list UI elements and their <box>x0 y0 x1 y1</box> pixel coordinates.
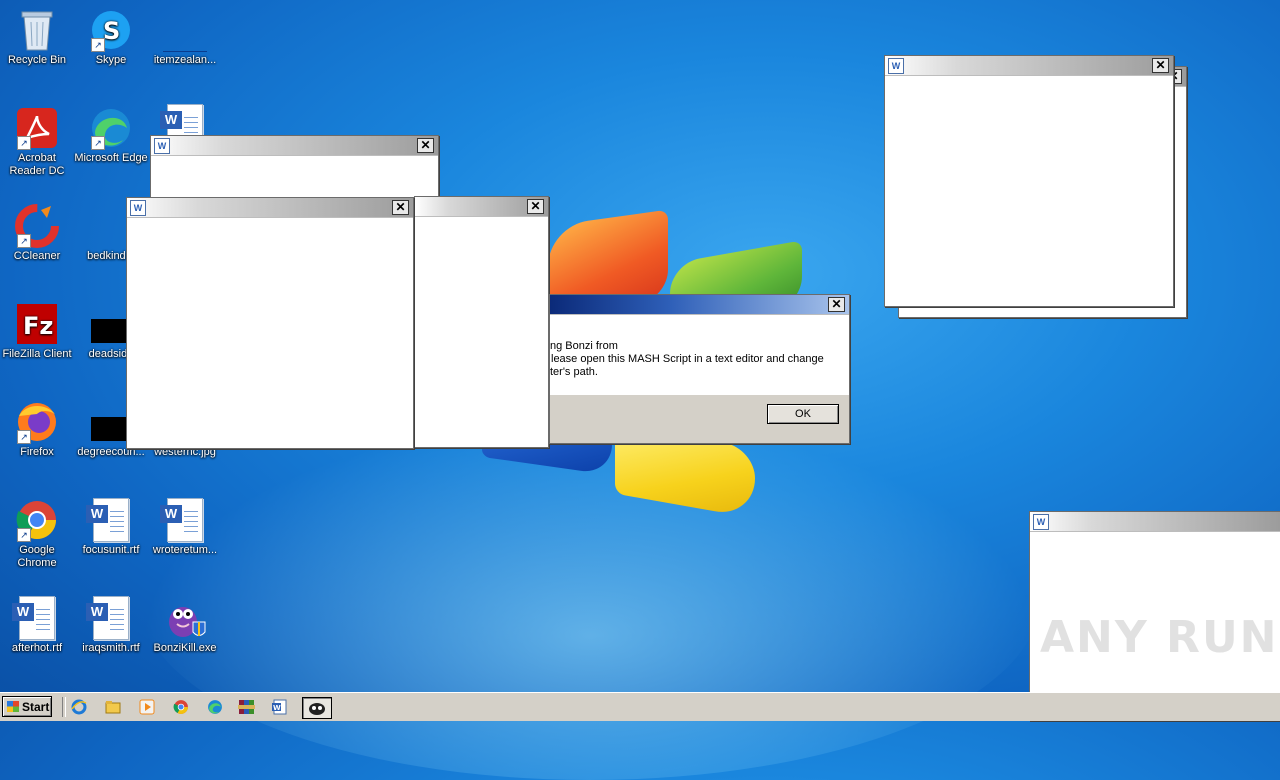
desktop-icon-skype[interactable]: S ↗ Skype <box>74 8 148 67</box>
edge-icon: ↗ <box>89 106 133 150</box>
wallpaper-glow <box>140 420 1040 780</box>
desktop-icon-label: Skype <box>95 54 127 66</box>
desktop-icon-label: Google Chrome <box>17 544 57 569</box>
ie-icon[interactable] <box>68 697 90 717</box>
desktop-icon-label: afterhot.rtf <box>11 642 63 654</box>
desktop-icon-itemzealan[interactable]: itemzealan... <box>148 8 222 67</box>
desktop-icon-label: CCleaner <box>13 250 61 262</box>
word-app-icon: W <box>888 58 904 74</box>
firefox-icon: ↗ <box>15 400 59 444</box>
popup-window-2[interactable]: ✕ <box>414 196 549 448</box>
desktop-icon-wroteretum[interactable]: W wroteretum... <box>148 498 222 557</box>
explorer-icon[interactable] <box>102 697 124 717</box>
desktop-icon-label: Firefox <box>20 446 54 458</box>
winrar-icon[interactable] <box>236 697 258 717</box>
bonzi-icon <box>163 596 207 640</box>
word-doc-icon: W <box>86 498 133 542</box>
close-icon[interactable]: ✕ <box>417 138 434 153</box>
close-icon[interactable]: ✕ <box>828 297 845 312</box>
window-titlebar[interactable]: W ✕ <box>885 56 1173 76</box>
bonzi-icon <box>309 703 325 715</box>
acrobat-icon: ↗ <box>15 106 59 150</box>
start-button[interactable]: Start <box>2 696 52 717</box>
word-doc-icon: W <box>86 596 133 640</box>
word-icon[interactable]: W <box>268 697 290 717</box>
anyrun-watermark: ANY RUN <box>1040 612 1279 663</box>
desktop-icon-label: wroteretum... <box>152 544 218 556</box>
word-app-icon: W <box>154 138 170 154</box>
word-app-icon: W <box>130 200 146 216</box>
desktop-icon-recycle-bin[interactable]: Recycle Bin <box>0 8 74 67</box>
desktop-icon-filezilla[interactable]: Fz FileZilla Client <box>0 302 74 361</box>
window-titlebar[interactable]: W <box>1030 512 1280 532</box>
close-icon[interactable]: ✕ <box>527 199 544 214</box>
desktop-icon-focusunit[interactable]: W focusunit.rtf <box>74 498 148 557</box>
popup-window-1[interactable]: W ✕ <box>150 135 439 202</box>
desktop-icon-label: focusunit.rtf <box>82 544 140 556</box>
close-icon[interactable]: ✕ <box>392 200 409 215</box>
desktop-icon-firefox[interactable]: ↗ Firefox <box>0 400 74 459</box>
svg-text:W: W <box>273 704 281 712</box>
word-doc-icon: W <box>160 498 207 542</box>
popup-window-5[interactable]: W ✕ <box>884 55 1174 307</box>
dialog-message-line-1: ng Bonzi from <box>550 340 618 352</box>
start-label: Start <box>22 700 50 714</box>
skype-icon: S ↗ <box>89 8 133 52</box>
dialog-titlebar[interactable]: ✕ <box>550 295 849 315</box>
desktop-icon-label: FileZilla Client <box>2 348 72 360</box>
desktop-icon-label: itemzealan... <box>153 54 217 66</box>
error-dialog[interactable]: ✕ ng Bonzi from lease open this MASH Scr… <box>549 294 850 444</box>
desktop-icon-label: Microsoft Edge <box>74 152 148 164</box>
dialog-message-line-3: ter's path. <box>550 366 598 378</box>
desktop-icon-bonzikill[interactable]: BonziKill.exe <box>148 596 222 655</box>
chrome-icon[interactable] <box>170 697 192 717</box>
desktop-icon-ccleaner[interactable]: ↗ CCleaner <box>0 204 74 263</box>
taskbar: Start W <box>0 692 1280 721</box>
dialog-message-line-2: lease open this MASH Script in a text ed… <box>551 353 824 365</box>
close-icon[interactable]: ✕ <box>1152 58 1169 73</box>
desktop-icon-afterhot[interactable]: W afterhot.rtf <box>0 596 74 655</box>
desktop-icon-iraqsmith[interactable]: W iraqsmith.rtf <box>74 596 148 655</box>
chrome-icon: ↗ <box>15 498 59 542</box>
word-doc-icon: W <box>12 596 59 640</box>
ccleaner-icon: ↗ <box>15 204 59 248</box>
window-titlebar[interactable]: ✕ <box>415 197 548 217</box>
desktop-icon-label: Recycle Bin <box>7 54 67 66</box>
dialog-body: ng Bonzi from lease open this MASH Scrip… <box>550 315 849 401</box>
ok-button[interactable]: OK <box>767 404 839 424</box>
edge-icon[interactable] <box>204 697 226 717</box>
window-titlebar[interactable]: W ✕ <box>151 136 438 156</box>
dialog-footer: OK <box>550 395 849 443</box>
popup-window-3[interactable]: W ✕ <box>126 197 414 449</box>
taskbar-separator <box>62 697 66 717</box>
bonzi-taskbar-button[interactable] <box>302 697 332 719</box>
desktop-icon-label: BonziKill.exe <box>153 642 217 654</box>
desktop-icon-label: iraqsmith.rtf <box>82 642 140 654</box>
desktop-icon-chrome[interactable]: ↗ Google Chrome <box>0 498 74 570</box>
recycle-bin-icon <box>15 8 59 52</box>
desktop-icon-edge[interactable]: ↗ Microsoft Edge <box>74 106 148 165</box>
word-app-icon: W <box>1033 514 1049 530</box>
blank-file-icon <box>163 8 207 52</box>
desktop-icon-label: Acrobat Reader DC <box>9 152 65 177</box>
window-titlebar[interactable]: W ✕ <box>127 198 413 218</box>
media-player-icon[interactable] <box>136 697 158 717</box>
desktop-icon-acrobat[interactable]: ↗ Acrobat Reader DC <box>0 106 74 178</box>
windows-logo-icon <box>7 701 19 712</box>
svg-text:Fz: Fz <box>23 312 53 340</box>
filezilla-icon: Fz <box>15 302 59 346</box>
svg-text:S: S <box>103 17 120 45</box>
